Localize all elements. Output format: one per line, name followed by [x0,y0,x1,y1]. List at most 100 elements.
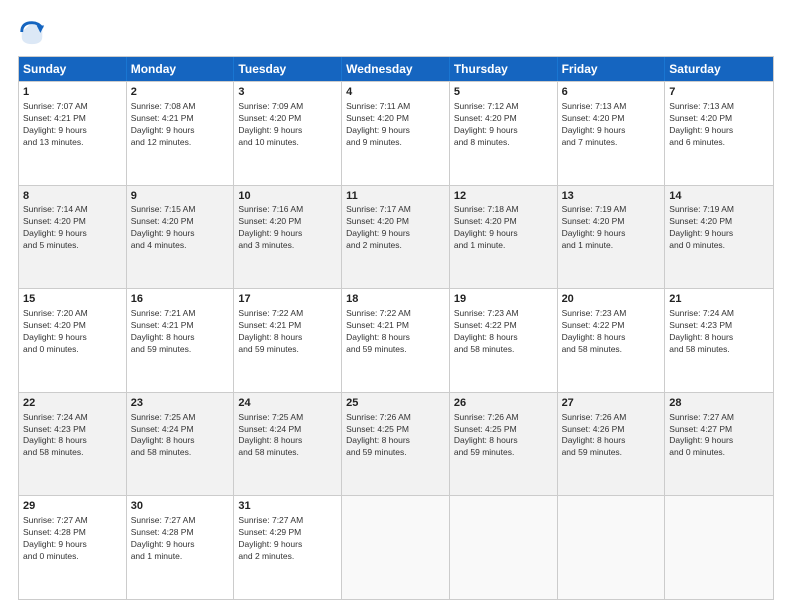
day-cell-25: 25Sunrise: 7:26 AMSunset: 4:25 PMDayligh… [342,393,450,496]
day-number: 24 [238,396,337,411]
calendar-row-2: 8Sunrise: 7:14 AMSunset: 4:20 PMDaylight… [19,185,773,289]
day-number: 26 [454,396,553,411]
day-info: Sunrise: 7:27 AMSunset: 4:28 PMDaylight:… [131,515,230,563]
day-cell-20: 20Sunrise: 7:23 AMSunset: 4:22 PMDayligh… [558,289,666,392]
day-number: 17 [238,292,337,307]
day-cell-1: 1Sunrise: 7:07 AMSunset: 4:21 PMDaylight… [19,82,127,185]
empty-cell [450,496,558,599]
day-info: Sunrise: 7:23 AMSunset: 4:22 PMDaylight:… [454,308,553,356]
day-info: Sunrise: 7:13 AMSunset: 4:20 PMDaylight:… [562,101,661,149]
calendar-header: SundayMondayTuesdayWednesdayThursdayFrid… [19,57,773,81]
empty-cell [558,496,666,599]
calendar-row-4: 22Sunrise: 7:24 AMSunset: 4:23 PMDayligh… [19,392,773,496]
header-cell-monday: Monday [127,57,235,81]
day-number: 4 [346,85,445,100]
day-number: 6 [562,85,661,100]
day-cell-10: 10Sunrise: 7:16 AMSunset: 4:20 PMDayligh… [234,186,342,289]
day-cell-14: 14Sunrise: 7:19 AMSunset: 4:20 PMDayligh… [665,186,773,289]
header-cell-friday: Friday [558,57,666,81]
day-number: 27 [562,396,661,411]
day-info: Sunrise: 7:25 AMSunset: 4:24 PMDaylight:… [238,412,337,460]
day-number: 13 [562,189,661,204]
day-info: Sunrise: 7:11 AMSunset: 4:20 PMDaylight:… [346,101,445,149]
day-info: Sunrise: 7:26 AMSunset: 4:25 PMDaylight:… [454,412,553,460]
day-info: Sunrise: 7:24 AMSunset: 4:23 PMDaylight:… [669,308,769,356]
day-cell-31: 31Sunrise: 7:27 AMSunset: 4:29 PMDayligh… [234,496,342,599]
day-number: 10 [238,189,337,204]
day-number: 22 [23,396,122,411]
day-cell-28: 28Sunrise: 7:27 AMSunset: 4:27 PMDayligh… [665,393,773,496]
day-cell-19: 19Sunrise: 7:23 AMSunset: 4:22 PMDayligh… [450,289,558,392]
day-info: Sunrise: 7:26 AMSunset: 4:25 PMDaylight:… [346,412,445,460]
day-info: Sunrise: 7:12 AMSunset: 4:20 PMDaylight:… [454,101,553,149]
day-cell-7: 7Sunrise: 7:13 AMSunset: 4:20 PMDaylight… [665,82,773,185]
day-cell-15: 15Sunrise: 7:20 AMSunset: 4:20 PMDayligh… [19,289,127,392]
day-info: Sunrise: 7:22 AMSunset: 4:21 PMDaylight:… [346,308,445,356]
day-number: 11 [346,189,445,204]
day-info: Sunrise: 7:27 AMSunset: 4:29 PMDaylight:… [238,515,337,563]
day-info: Sunrise: 7:27 AMSunset: 4:27 PMDaylight:… [669,412,769,460]
day-number: 28 [669,396,769,411]
day-info: Sunrise: 7:07 AMSunset: 4:21 PMDaylight:… [23,101,122,149]
day-info: Sunrise: 7:20 AMSunset: 4:20 PMDaylight:… [23,308,122,356]
calendar-body: 1Sunrise: 7:07 AMSunset: 4:21 PMDaylight… [19,81,773,599]
logo-icon [18,18,46,46]
day-info: Sunrise: 7:25 AMSunset: 4:24 PMDaylight:… [131,412,230,460]
day-cell-2: 2Sunrise: 7:08 AMSunset: 4:21 PMDaylight… [127,82,235,185]
day-number: 5 [454,85,553,100]
day-cell-26: 26Sunrise: 7:26 AMSunset: 4:25 PMDayligh… [450,393,558,496]
day-number: 3 [238,85,337,100]
logo [18,18,50,46]
day-cell-5: 5Sunrise: 7:12 AMSunset: 4:20 PMDaylight… [450,82,558,185]
day-info: Sunrise: 7:13 AMSunset: 4:20 PMDaylight:… [669,101,769,149]
day-number: 15 [23,292,122,307]
day-cell-23: 23Sunrise: 7:25 AMSunset: 4:24 PMDayligh… [127,393,235,496]
header-cell-thursday: Thursday [450,57,558,81]
day-cell-30: 30Sunrise: 7:27 AMSunset: 4:28 PMDayligh… [127,496,235,599]
day-cell-21: 21Sunrise: 7:24 AMSunset: 4:23 PMDayligh… [665,289,773,392]
empty-cell [342,496,450,599]
calendar: SundayMondayTuesdayWednesdayThursdayFrid… [18,56,774,600]
day-cell-6: 6Sunrise: 7:13 AMSunset: 4:20 PMDaylight… [558,82,666,185]
day-number: 25 [346,396,445,411]
day-number: 9 [131,189,230,204]
header [18,18,774,46]
header-cell-sunday: Sunday [19,57,127,81]
day-number: 31 [238,499,337,514]
calendar-row-3: 15Sunrise: 7:20 AMSunset: 4:20 PMDayligh… [19,288,773,392]
header-cell-tuesday: Tuesday [234,57,342,81]
day-number: 30 [131,499,230,514]
day-number: 23 [131,396,230,411]
header-cell-wednesday: Wednesday [342,57,450,81]
day-info: Sunrise: 7:24 AMSunset: 4:23 PMDaylight:… [23,412,122,460]
day-cell-18: 18Sunrise: 7:22 AMSunset: 4:21 PMDayligh… [342,289,450,392]
day-number: 19 [454,292,553,307]
day-cell-9: 9Sunrise: 7:15 AMSunset: 4:20 PMDaylight… [127,186,235,289]
day-cell-24: 24Sunrise: 7:25 AMSunset: 4:24 PMDayligh… [234,393,342,496]
header-cell-saturday: Saturday [665,57,773,81]
day-cell-8: 8Sunrise: 7:14 AMSunset: 4:20 PMDaylight… [19,186,127,289]
day-info: Sunrise: 7:14 AMSunset: 4:20 PMDaylight:… [23,204,122,252]
day-info: Sunrise: 7:23 AMSunset: 4:22 PMDaylight:… [562,308,661,356]
day-number: 1 [23,85,122,100]
page: SundayMondayTuesdayWednesdayThursdayFrid… [0,0,792,612]
day-cell-22: 22Sunrise: 7:24 AMSunset: 4:23 PMDayligh… [19,393,127,496]
day-cell-11: 11Sunrise: 7:17 AMSunset: 4:20 PMDayligh… [342,186,450,289]
calendar-row-5: 29Sunrise: 7:27 AMSunset: 4:28 PMDayligh… [19,495,773,599]
day-info: Sunrise: 7:19 AMSunset: 4:20 PMDaylight:… [669,204,769,252]
day-info: Sunrise: 7:09 AMSunset: 4:20 PMDaylight:… [238,101,337,149]
day-info: Sunrise: 7:17 AMSunset: 4:20 PMDaylight:… [346,204,445,252]
day-info: Sunrise: 7:26 AMSunset: 4:26 PMDaylight:… [562,412,661,460]
day-number: 16 [131,292,230,307]
day-info: Sunrise: 7:21 AMSunset: 4:21 PMDaylight:… [131,308,230,356]
day-info: Sunrise: 7:08 AMSunset: 4:21 PMDaylight:… [131,101,230,149]
day-cell-13: 13Sunrise: 7:19 AMSunset: 4:20 PMDayligh… [558,186,666,289]
day-cell-27: 27Sunrise: 7:26 AMSunset: 4:26 PMDayligh… [558,393,666,496]
day-cell-16: 16Sunrise: 7:21 AMSunset: 4:21 PMDayligh… [127,289,235,392]
day-cell-12: 12Sunrise: 7:18 AMSunset: 4:20 PMDayligh… [450,186,558,289]
day-info: Sunrise: 7:27 AMSunset: 4:28 PMDaylight:… [23,515,122,563]
day-number: 14 [669,189,769,204]
day-number: 7 [669,85,769,100]
day-number: 12 [454,189,553,204]
day-cell-3: 3Sunrise: 7:09 AMSunset: 4:20 PMDaylight… [234,82,342,185]
